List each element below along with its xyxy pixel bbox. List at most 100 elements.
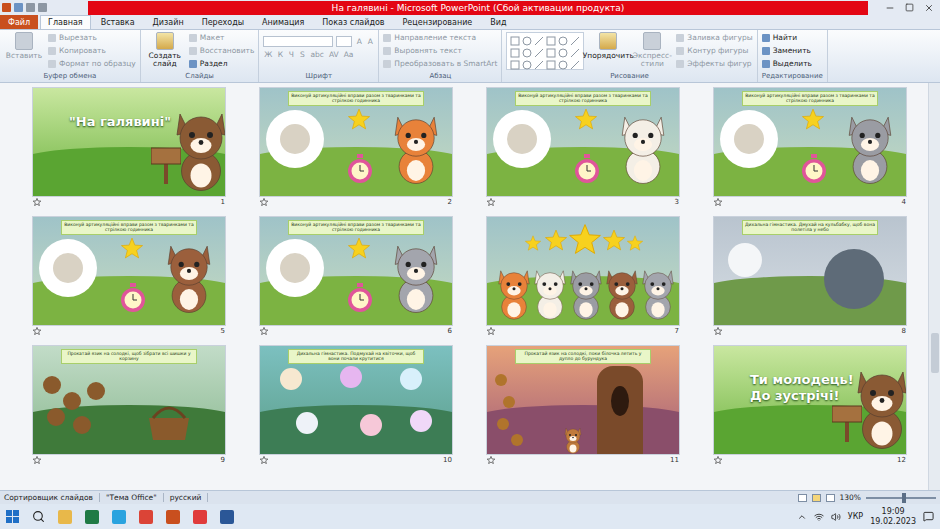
- ribbon-button[interactable]: Контур фигуры: [676, 45, 752, 56]
- ribbon-button[interactable]: Заливка фигуры: [676, 32, 752, 43]
- slide-item[interactable]: "На галявині"1: [33, 88, 225, 208]
- font-button[interactable]: К: [276, 50, 284, 59]
- close-icon[interactable]: [924, 3, 934, 13]
- slide-thumbnail[interactable]: Виконуй артикуляційні вправи разом з тва…: [487, 88, 679, 196]
- slide-item[interactable]: Виконуй артикуляційні вправи разом з тва…: [33, 217, 225, 337]
- notifications-icon[interactable]: [923, 511, 934, 522]
- powerpoint-icon[interactable]: [166, 510, 180, 524]
- maximize-icon[interactable]: [905, 3, 914, 12]
- ribbon-button[interactable]: Заменить: [762, 45, 812, 56]
- shape-icon[interactable]: [534, 36, 544, 46]
- word-icon[interactable]: [220, 510, 234, 524]
- slide-item[interactable]: Виконуй артикуляційні вправи разом з тва…: [487, 88, 679, 208]
- explorer-icon[interactable]: [58, 510, 72, 524]
- font-button[interactable]: A: [355, 37, 363, 46]
- slide-item[interactable]: Виконуй артикуляційні вправи разом з тва…: [714, 88, 906, 208]
- slide-thumbnail[interactable]: Дихальна гімнастика. Подмухай на квіточк…: [260, 346, 452, 454]
- ribbon-button[interactable]: Выровнять текст: [383, 45, 497, 56]
- slide-thumbnail[interactable]: Дихальна гімнастика. Дмухай на кульбабку…: [714, 217, 906, 325]
- ribbon-tab[interactable]: Переходы: [194, 15, 252, 29]
- slide-item[interactable]: Виконуй артикуляційні вправи разом з тва…: [260, 217, 452, 337]
- ribbon-tab[interactable]: Файл: [0, 15, 38, 29]
- slide-item[interactable]: Виконуй артикуляційні вправи разом з тва…: [260, 88, 452, 208]
- shape-icon[interactable]: [522, 36, 532, 46]
- scroll-thumb[interactable]: [931, 333, 939, 373]
- shape-icon[interactable]: [558, 36, 568, 46]
- shape-icon[interactable]: [534, 60, 544, 70]
- slide-thumbnail[interactable]: Виконуй артикуляційні вправи разом з тва…: [260, 88, 452, 196]
- shape-icon[interactable]: [570, 48, 580, 58]
- slide-thumbnail[interactable]: Виконуй артикуляційні вправи разом з тва…: [714, 88, 906, 196]
- slide-thumbnail[interactable]: "На галявині": [33, 88, 225, 196]
- ribbon-button[interactable]: Эффекты фигур: [676, 58, 752, 69]
- volume-icon[interactable]: [831, 512, 841, 522]
- shape-icon[interactable]: [534, 48, 544, 58]
- ribbon-button[interactable]: Вырезать: [48, 32, 136, 43]
- shape-icon[interactable]: [510, 48, 520, 58]
- chrome-icon[interactable]: [139, 510, 153, 524]
- font-button[interactable]: Ж: [263, 50, 273, 59]
- sorter-view-icon[interactable]: [812, 494, 821, 502]
- shape-icon[interactable]: [546, 48, 556, 58]
- font-button[interactable]: Aa: [343, 50, 355, 59]
- search-icon[interactable]: [32, 510, 45, 523]
- shapes-gallery[interactable]: [506, 32, 584, 70]
- zoom-value[interactable]: 130%: [840, 493, 861, 502]
- ribbon-tab[interactable]: Дизайн: [145, 15, 192, 29]
- slide-item[interactable]: Прокатай язик на солодкі, поки білочка л…: [487, 346, 679, 466]
- slide-thumbnail[interactable]: Виконуй артикуляційні вправи разом з тва…: [33, 217, 225, 325]
- ribbon-button[interactable]: Макет: [189, 32, 255, 43]
- font-button[interactable]: abc: [309, 50, 324, 59]
- ribbon-tab[interactable]: Анимация: [254, 15, 312, 29]
- shape-icon[interactable]: [570, 60, 580, 70]
- ribbon-button[interactable]: Восстановить: [189, 45, 255, 56]
- slide-item[interactable]: Ти молодець!До зустрічі!12: [714, 346, 906, 466]
- font-button[interactable]: AV: [328, 50, 340, 59]
- slide-item[interactable]: Дихальна гімнастика. Подмухай на квіточк…: [260, 346, 452, 466]
- minimize-icon[interactable]: [885, 3, 895, 13]
- ribbon-tab[interactable]: Вставка: [93, 15, 143, 29]
- app-icon[interactable]: [193, 510, 207, 524]
- shape-icon[interactable]: [510, 60, 520, 70]
- ribbon-button[interactable]: Экспресс-стили: [632, 32, 672, 68]
- ribbon-button[interactable]: Вставить: [4, 32, 44, 60]
- slide-thumbnail[interactable]: Виконуй артикуляційні вправи разом з тва…: [260, 217, 452, 325]
- slide-thumbnail[interactable]: Прокатай язик на солодкі, поки білочка л…: [487, 346, 679, 454]
- slide-item[interactable]: 7: [487, 217, 679, 337]
- telegram-icon[interactable]: [112, 510, 126, 524]
- ribbon-tab[interactable]: Показ слайдов: [314, 15, 392, 29]
- font-button[interactable]: A: [366, 37, 374, 46]
- ribbon-button[interactable]: Раздел: [189, 58, 255, 69]
- ribbon-button[interactable]: Направление текста: [383, 32, 497, 43]
- redo-icon[interactable]: [38, 3, 47, 12]
- font-button[interactable]: Ч: [287, 50, 295, 59]
- shape-icon[interactable]: [570, 36, 580, 46]
- ribbon-button[interactable]: Найти: [762, 32, 812, 43]
- network-icon[interactable]: [814, 512, 824, 522]
- save-icon[interactable]: [14, 3, 23, 12]
- slide-thumbnail[interactable]: Прокатай язик на солодкі, щоб зібрати вс…: [33, 346, 225, 454]
- slide-thumbnail[interactable]: [487, 217, 679, 325]
- font-size-field[interactable]: [336, 36, 352, 47]
- ribbon-tab[interactable]: Вид: [482, 15, 514, 29]
- zoom-slider[interactable]: [866, 497, 936, 499]
- normal-view-icon[interactable]: [798, 494, 807, 502]
- scrollbar[interactable]: [928, 83, 940, 490]
- ribbon-button[interactable]: Копировать: [48, 45, 136, 56]
- reading-view-icon[interactable]: [826, 494, 835, 502]
- shape-icon[interactable]: [546, 60, 556, 70]
- ribbon-button[interactable]: Преобразовать в SmartArt: [383, 58, 497, 69]
- ribbon-button[interactable]: Создать слайд: [145, 32, 185, 68]
- undo-icon[interactable]: [26, 3, 35, 12]
- ribbon-tab[interactable]: Главная: [40, 15, 91, 29]
- ribbon-tab[interactable]: Рецензирование: [395, 15, 481, 29]
- shape-icon[interactable]: [510, 36, 520, 46]
- ribbon-button[interactable]: Выделить: [762, 58, 812, 69]
- tray-expand-icon[interactable]: [797, 512, 807, 522]
- windows-icon[interactable]: [6, 510, 19, 523]
- clock[interactable]: 19:0919.02.2023: [870, 507, 916, 526]
- shape-icon[interactable]: [558, 48, 568, 58]
- shape-icon[interactable]: [546, 36, 556, 46]
- ribbon-button[interactable]: Упорядочить: [588, 32, 628, 60]
- slide-item[interactable]: Дихальна гімнастика. Дмухай на кульбабку…: [714, 217, 906, 337]
